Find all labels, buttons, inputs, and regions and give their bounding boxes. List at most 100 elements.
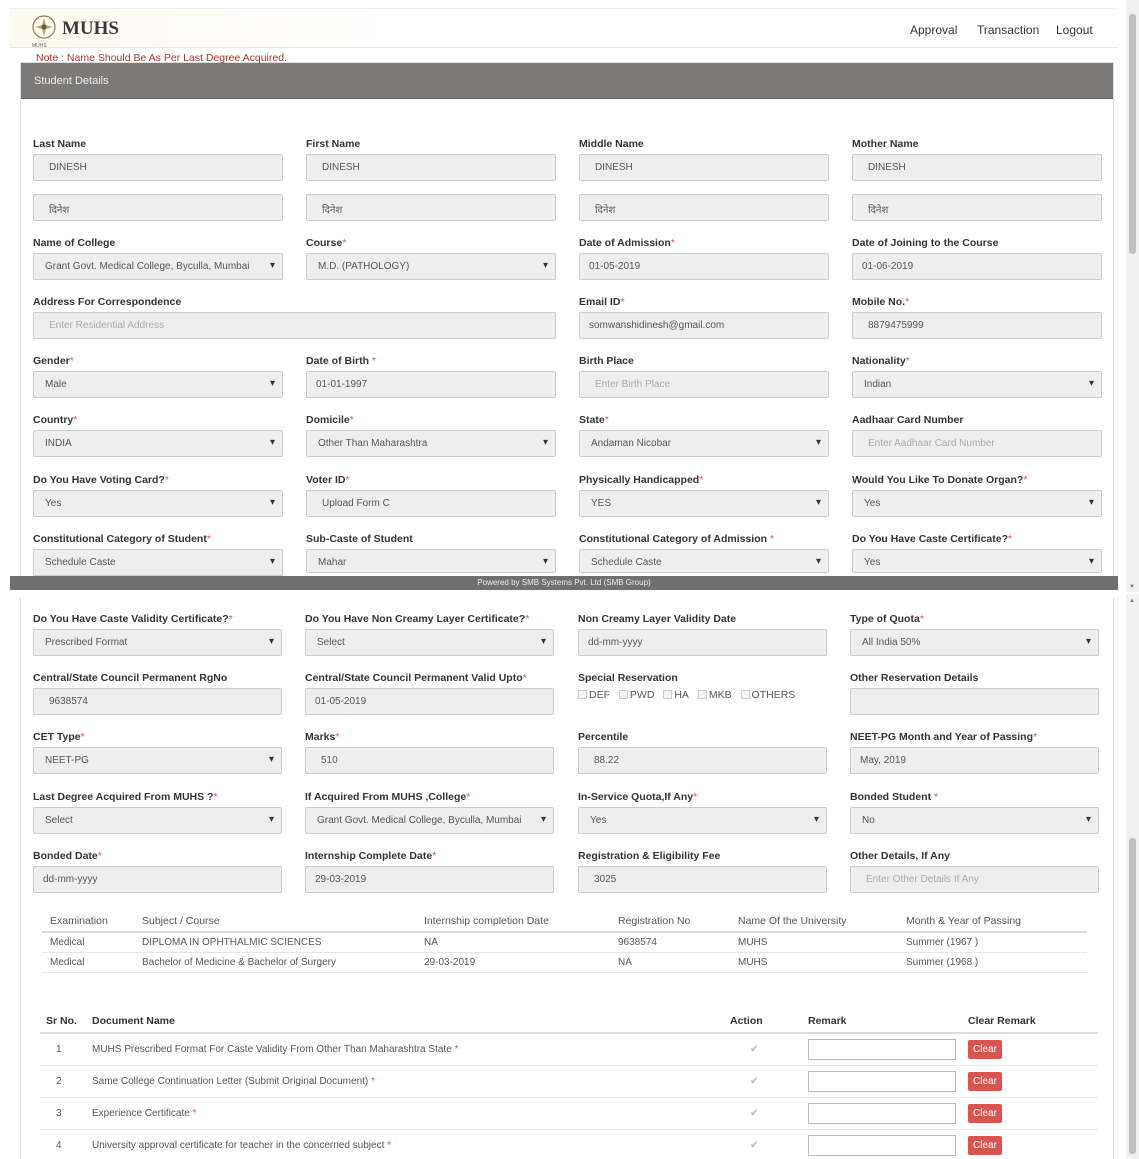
reservation-mkb-option[interactable]: MKB <box>697 689 732 701</box>
clear-button[interactable]: Clear <box>968 1103 1002 1123</box>
inservice-select[interactable]: Yes <box>578 807 827 834</box>
address-input[interactable]: Enter Residential Address <box>33 312 556 339</box>
admission-date-input[interactable]: 01-05-2019 <box>579 253 829 280</box>
other-reservation-input[interactable] <box>850 688 1099 715</box>
aadhaar-input[interactable]: Enter Aadhaar Card Number <box>852 430 1102 457</box>
non-creamy-label: Do You Have Non Creamy Layer Certificate… <box>305 613 530 625</box>
upper-scrollbar[interactable]: ▼ <box>1126 0 1139 592</box>
remark-input[interactable] <box>808 1038 956 1060</box>
marks-input[interactable]: 510 <box>305 747 554 774</box>
remark-input[interactable] <box>808 1134 956 1156</box>
internship-cell: 29-03-2019 <box>424 952 618 973</box>
voter-id-input[interactable]: Upload Form C <box>306 490 556 517</box>
gender-field: Gender* Male <box>33 355 283 398</box>
caste-cert-field: Do You Have Caste Certificate?* Yes <box>852 533 1102 573</box>
non-creamy-date-input[interactable]: dd-mm-yyyy <box>578 629 827 656</box>
college-select[interactable]: Grant Govt. Medical College, Byculla, Mu… <box>33 253 283 280</box>
internship-date-input[interactable]: 29-03-2019 <box>305 866 554 893</box>
check-icon[interactable]: ✔ <box>750 1076 758 1087</box>
special-reservation-checkboxes: DEF PWD HA MKB OTHERS <box>578 689 801 701</box>
email-input[interactable]: somwanshidinesh@gmail.com <box>579 312 829 339</box>
others-checkbox[interactable] <box>740 690 750 699</box>
reservation-def-option[interactable]: DEF <box>578 689 610 701</box>
reservation-ha-option[interactable]: HA <box>663 689 689 701</box>
council-valid-input[interactable]: 01-05-2019 <box>305 688 554 715</box>
mkb-checkbox[interactable] <box>697 690 707 699</box>
last-name-input[interactable]: DINESH <box>33 154 283 181</box>
acquired-college-select[interactable]: Grant Govt. Medical College, Byculla, Mu… <box>305 807 554 834</box>
cet-type-select[interactable]: NEET-PG <box>33 747 282 774</box>
check-icon[interactable]: ✔ <box>750 1108 758 1119</box>
gender-select[interactable]: Male <box>33 371 283 398</box>
col-internship-date: Internship completion Date <box>424 910 618 933</box>
voting-card-select[interactable]: Yes <box>33 490 283 517</box>
quota-select[interactable]: All India 50% <box>850 629 1099 656</box>
lower-scrollbar-thumb[interactable] <box>1129 838 1136 1154</box>
other-details-input[interactable]: Enter Other Details If Any <box>850 866 1099 893</box>
first-name-marathi-input[interactable]: दिनेश <box>306 194 556 221</box>
mother-name-marathi-input[interactable]: दिनेश <box>852 194 1102 221</box>
first-name-input[interactable]: DINESH <box>306 154 556 181</box>
subcaste-select[interactable]: Mahar <box>306 549 556 573</box>
check-icon[interactable]: ✔ <box>750 1044 758 1055</box>
country-select[interactable]: INDIA <box>33 430 283 457</box>
country-label: Country* <box>33 414 78 426</box>
percentile-field: Percentile 88.22 <box>578 731 827 774</box>
nav-approval-link[interactable]: Approval <box>910 23 957 37</box>
last-name-marathi-input[interactable]: दिनेश <box>33 194 283 221</box>
nationality-select[interactable]: Indian <box>852 371 1102 398</box>
state-select[interactable]: Andaman Nicobar <box>579 430 829 457</box>
dob-input[interactable]: 01-01-1997 <box>306 371 556 398</box>
def-checkbox[interactable] <box>578 690 587 699</box>
neet-pass-input[interactable]: May, 2019 <box>850 747 1099 774</box>
mother-name-input[interactable]: DINESH <box>852 154 1102 181</box>
nav-logout-link[interactable]: Logout <box>1056 23 1093 37</box>
ha-checkbox[interactable] <box>663 690 673 699</box>
clear-button[interactable]: Clear <box>968 1071 1002 1091</box>
remark-cell <box>808 1097 968 1130</box>
percentile-input[interactable]: 88.22 <box>578 747 827 774</box>
middle-name-input[interactable]: DINESH <box>579 154 829 181</box>
scroll-up-arrow-icon[interactable]: ▲ <box>1129 598 1135 604</box>
scroll-down-arrow-icon[interactable]: ▼ <box>1129 584 1135 590</box>
lower-scrollbar[interactable]: ▲ <box>1126 594 1139 1159</box>
birth-place-field: Birth Place Enter Birth Place <box>579 355 829 398</box>
email-label: Email ID* <box>579 296 625 308</box>
remark-input[interactable] <box>808 1102 956 1124</box>
aadhaar-label: Aadhaar Card Number <box>852 414 964 426</box>
handicapped-select[interactable]: YES <box>579 490 829 517</box>
donate-organ-select[interactable]: Yes <box>852 490 1102 517</box>
document-name-cell: MUHS Prescribed Format For Caste Validit… <box>92 1033 730 1066</box>
course-select[interactable]: M.D. (PATHOLOGY) <box>306 253 556 280</box>
middle-name-marathi-input[interactable]: दिनेश <box>579 194 829 221</box>
table-row: Medical Bachelor of Medicine & Bachelor … <box>42 952 1087 973</box>
remark-input[interactable] <box>808 1070 956 1092</box>
first-name-label: First Name <box>306 138 361 150</box>
logo-caption: MUHS <box>32 43 47 49</box>
caste-cert-select[interactable]: Yes <box>852 549 1102 573</box>
remark-cell <box>808 1033 968 1066</box>
birth-place-input[interactable]: Enter Birth Place <box>579 371 829 398</box>
fee-input[interactable]: 3025 <box>578 866 827 893</box>
pwd-checkbox[interactable] <box>618 690 628 699</box>
domicile-select[interactable]: Other Than Maharashtra <box>306 430 556 457</box>
caste-validity-select[interactable]: Prescribed Format <box>33 629 282 656</box>
clear-button[interactable]: Clear <box>968 1039 1002 1059</box>
reservation-pwd-option[interactable]: PWD <box>618 689 654 701</box>
last-degree-select[interactable]: Select <box>33 807 282 834</box>
category-admission-select[interactable]: Schedule Caste <box>579 549 829 573</box>
nav-transaction-link[interactable]: Transaction <box>977 23 1039 37</box>
non-creamy-select[interactable]: Select <box>305 629 554 656</box>
council-reg-input[interactable]: 9638574 <box>33 688 282 715</box>
internship-cell: NA <box>424 932 618 953</box>
clear-button[interactable]: Clear <box>968 1135 1002 1155</box>
bonded-date-input[interactable]: dd-mm-yyyy <box>33 866 282 893</box>
upper-scrollbar-thumb[interactable] <box>1129 14 1136 254</box>
mobile-input[interactable]: 8879475999 <box>852 312 1102 339</box>
joining-date-input[interactable]: 01-06-2019 <box>852 253 1102 280</box>
category-student-select[interactable]: Schedule Caste <box>33 549 283 576</box>
reservation-others-option[interactable]: OTHERS <box>740 689 795 701</box>
table-row: 2 Same College Continuation Letter (Subm… <box>40 1065 1098 1098</box>
bonded-select[interactable]: No <box>850 807 1099 834</box>
check-icon[interactable]: ✔ <box>750 1140 758 1151</box>
